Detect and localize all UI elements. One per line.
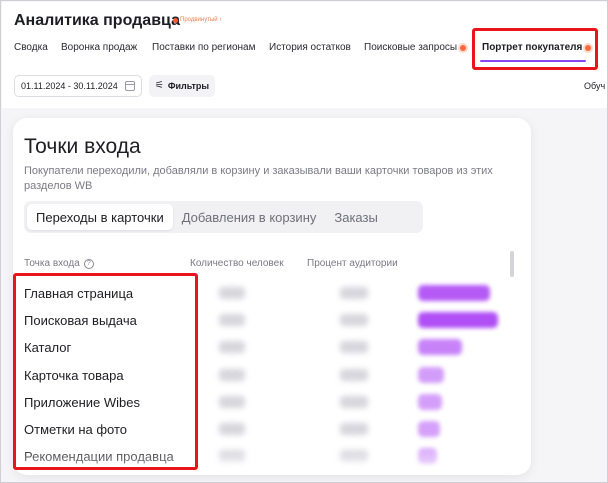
count-cell-redacted xyxy=(219,287,245,299)
sliders-icon: ⚟ xyxy=(154,80,164,91)
count-cell-redacted xyxy=(219,423,245,435)
audience-bar xyxy=(418,339,462,356)
entry-point-label: Главная страница xyxy=(24,286,134,301)
table-row[interactable]: Каталог xyxy=(13,333,531,360)
plan-badge: Продвинутый › xyxy=(173,17,222,23)
filters-label: Фильтры xyxy=(167,81,210,91)
notification-dot-icon xyxy=(585,44,592,51)
plan-badge-label: Продвинутый xyxy=(180,17,218,23)
segment-card-visits[interactable]: Переходы в карточки xyxy=(27,204,173,230)
tab-buyer-portrait[interactable]: Портрет покупателя xyxy=(482,42,592,53)
table-row[interactable]: Приложение Wibes xyxy=(13,388,531,415)
percent-cell-redacted xyxy=(340,368,368,381)
audience-bar xyxy=(418,393,442,410)
count-cell-redacted xyxy=(219,368,245,381)
help-icon[interactable]: ? xyxy=(83,258,94,269)
entry-point-label: Поисковая выдача xyxy=(24,313,137,329)
percent-cell-redacted xyxy=(340,314,368,327)
percent-cell-redacted xyxy=(340,395,368,408)
count-cell-redacted xyxy=(219,314,245,327)
entry-points-card: Точки входа Покупатели переходили, добав… xyxy=(13,118,531,475)
percent-cell-redacted xyxy=(340,341,368,354)
tab-label: Сводка xyxy=(14,42,48,53)
chevron-right-icon: › xyxy=(219,17,222,23)
training-link[interactable]: Обуч xyxy=(584,81,605,91)
tab-region-supplies[interactable]: Поставки по регионам xyxy=(152,42,255,53)
date-range-value: 01.11.2024 - 30.11.2024 xyxy=(21,81,118,91)
count-cell-redacted xyxy=(219,395,245,408)
count-cell-redacted xyxy=(219,341,245,354)
column-header-percent[interactable]: Процент аудитории xyxy=(307,258,398,269)
tab-sales-funnel[interactable]: Воронка продаж xyxy=(61,42,137,53)
tab-label: История остатков xyxy=(269,42,351,53)
badge-dot-icon xyxy=(173,17,178,23)
tab-label: Поставки по регионам xyxy=(152,42,256,53)
scrollbar[interactable] xyxy=(510,251,514,277)
tab-summary[interactable]: Сводка xyxy=(14,42,48,53)
card-title: Точки входа xyxy=(24,135,141,158)
header: Аналитика продавца Продвинутый › Сводка … xyxy=(2,2,607,108)
calendar-icon xyxy=(125,81,135,91)
column-header-label: Точка входа xyxy=(24,258,80,269)
percent-cell-redacted xyxy=(340,287,368,299)
entry-point-label: Каталог xyxy=(24,340,72,356)
date-range-picker[interactable]: 01.11.2024 - 30.11.2024 xyxy=(14,75,142,97)
active-tab-indicator xyxy=(480,60,586,62)
column-header-entry: Точка входа ? xyxy=(24,258,94,269)
tab-label: Портрет покупателя xyxy=(482,42,583,53)
table-row[interactable]: Поисковая выдача xyxy=(13,306,531,333)
tab-label: Воронка продаж xyxy=(61,42,138,53)
filters-button[interactable]: ⚟ Фильтры xyxy=(149,75,215,97)
percent-cell-redacted xyxy=(340,423,368,435)
audience-bar xyxy=(418,312,498,329)
card-description: Покупатели переходили, добавляли в корзи… xyxy=(24,165,493,192)
entry-point-label: Приложение Wibes xyxy=(24,394,140,410)
tab-search-queries[interactable]: Поисковые запросы xyxy=(364,42,467,53)
column-header-count[interactable]: Количество человек xyxy=(190,258,284,269)
percent-cell-redacted xyxy=(340,450,368,463)
audience-bar xyxy=(418,285,490,301)
entry-point-label: Отметки на фото xyxy=(24,422,128,437)
metric-switcher: Переходы в карточки Добавления в корзину… xyxy=(24,201,423,233)
table-row[interactable]: Главная страница xyxy=(13,279,531,306)
audience-bar xyxy=(418,421,440,437)
table-row[interactable]: Отметки на фото xyxy=(13,415,531,442)
audience-bar xyxy=(418,366,444,383)
audience-bar xyxy=(418,448,437,465)
segment-orders[interactable]: Заказы xyxy=(325,204,386,230)
entry-point-label: Карточка товара xyxy=(24,367,124,383)
count-cell-redacted xyxy=(219,450,245,463)
entry-point-label: Рекомендации продавца xyxy=(24,449,174,465)
tab-label: Поисковые запросы xyxy=(364,42,458,53)
segment-add-to-cart[interactable]: Добавления в корзину xyxy=(173,204,326,230)
app-frame: Аналитика продавца Продвинутый › Сводка … xyxy=(0,0,608,483)
table-row[interactable]: Карточка товара xyxy=(13,361,531,388)
page-title: Аналитика продавца xyxy=(14,12,180,29)
table-row[interactable]: Рекомендации продавца xyxy=(13,442,531,469)
notification-dot-icon xyxy=(460,44,467,51)
tab-stock-history[interactable]: История остатков xyxy=(269,42,351,53)
